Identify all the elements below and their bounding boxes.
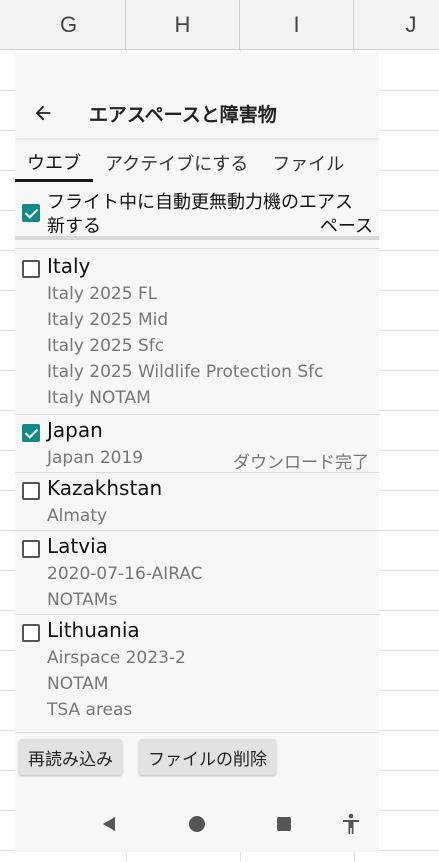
tab-activate[interactable]: アクテイブにする: [93, 144, 260, 182]
column-header-h[interactable]: H: [126, 0, 240, 50]
airspace-file-item[interactable]: 2020-07-16-AIRAC: [47, 564, 203, 584]
column-header-j[interactable]: J: [354, 0, 439, 50]
tab-web[interactable]: ウエブ: [15, 144, 93, 182]
app-bar: エアスペースと障害物: [15, 88, 379, 138]
auto-update-option[interactable]: フライト中に自動更無動力機のエアス 新する ペース: [15, 186, 379, 240]
country-checkbox-kazakhstan[interactable]: [22, 482, 40, 500]
country-name: Latvia: [47, 534, 108, 558]
airspace-file-item[interactable]: Italy NOTAM: [47, 388, 151, 408]
action-buttons: 再読み込み ファイルの削除: [15, 732, 379, 776]
country-name: Kazakhstan: [47, 476, 163, 500]
phone-screen: エアスペースと障害物 ウエブ アクテイブにする ファイル フライト中に自動更無動…: [15, 52, 379, 852]
android-nav-bar: [15, 804, 379, 844]
country-checkbox-italy[interactable]: [22, 260, 40, 278]
auto-update-label-line2-right: ペース: [319, 216, 373, 237]
nav-recents-icon[interactable]: [272, 812, 296, 836]
airspace-file-item[interactable]: Italy 2025 FL: [47, 284, 157, 304]
status-bar: [15, 52, 379, 78]
airspace-file-item[interactable]: Airspace 2023-2: [47, 648, 186, 668]
nav-home-icon[interactable]: [185, 812, 209, 836]
nav-back-icon[interactable]: [97, 812, 121, 836]
airspace-file-item[interactable]: Italy 2025 Wildlife Protection Sfc: [47, 362, 323, 382]
auto-update-label-line1: フライト中に自動更無動力機のエアス: [47, 192, 353, 213]
airspace-file-item[interactable]: TSA areas: [47, 700, 132, 720]
country-name: Japan: [47, 418, 103, 442]
airspace-file-item[interactable]: Almaty: [47, 506, 107, 526]
page-title: エアスペースと障害物: [89, 103, 277, 126]
country-item-japan: Japan Japan 2019 ダウンロード完了: [15, 414, 379, 473]
country-item-latvia: Latvia 2020-07-16-AIRAC NOTAMs: [15, 530, 379, 614]
auto-update-checkbox[interactable]: [22, 204, 40, 222]
back-arrow-icon[interactable]: [15, 88, 71, 138]
airspace-file-item[interactable]: NOTAM: [47, 674, 108, 694]
column-header-g[interactable]: G: [12, 0, 126, 50]
country-item-kazakhstan: Kazakhstan Almaty: [15, 472, 379, 530]
tab-bar: ウエブ アクテイブにする ファイル: [15, 144, 379, 182]
airspace-file-item[interactable]: Italy 2025 Sfc: [47, 336, 164, 356]
airspace-file-item[interactable]: NOTAMs: [47, 590, 117, 610]
auto-update-label-line2: 新する: [47, 216, 101, 237]
country-checkbox-japan[interactable]: [22, 424, 40, 442]
country-checkbox-lithuania[interactable]: [22, 624, 40, 642]
country-checkbox-latvia[interactable]: [22, 540, 40, 558]
tab-files[interactable]: ファイル: [260, 144, 356, 182]
country-item-italy: Italy Italy 2025 FL Italy 2025 Mid Italy…: [15, 248, 379, 414]
country-item-lithuania: Lithuania Airspace 2023-2 NOTAM TSA area…: [15, 614, 379, 732]
country-name: Italy: [47, 254, 91, 278]
airspace-file-item[interactable]: Japan 2019: [47, 448, 143, 468]
column-header-i[interactable]: I: [240, 0, 354, 50]
airspace-file-item[interactable]: Italy 2025 Mid: [47, 310, 168, 330]
download-status: ダウンロード完了: [233, 453, 369, 473]
reload-button[interactable]: 再読み込み: [19, 739, 122, 775]
column-header-row: G H I J: [0, 0, 439, 50]
delete-files-button[interactable]: ファイルの削除: [139, 739, 276, 775]
country-name: Lithuania: [47, 618, 140, 642]
accessibility-icon[interactable]: [339, 812, 363, 836]
